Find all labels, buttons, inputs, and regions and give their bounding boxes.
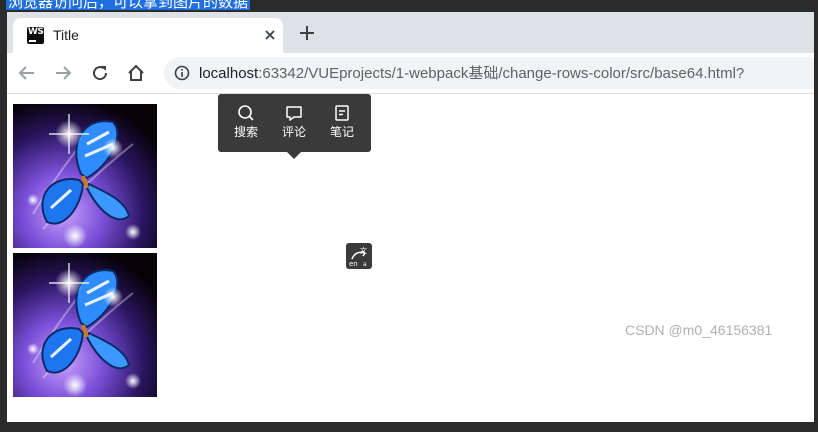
tab-strip: WS Title	[7, 12, 814, 53]
svg-text:文: 文	[360, 246, 367, 255]
navigation-toolbar: localhost:63342/VUEprojects/1-webpack基础/…	[7, 53, 814, 94]
selection-context-popup: 搜索 评论 笔记	[218, 94, 371, 159]
tab-title-page[interactable]: WS Title	[13, 18, 283, 53]
popup-comment-label: 评论	[281, 125, 306, 139]
svg-text:en: en	[349, 260, 358, 268]
forward-arrow-icon[interactable]	[53, 63, 73, 83]
translate-icon[interactable]: 文 en a	[346, 243, 372, 269]
url-path: :63342/VUEprojects/1-webpack基础/change-ro…	[258, 65, 745, 82]
butterfly-image-2	[13, 253, 157, 397]
url-text: localhost:63342/VUEprojects/1-webpack基础/…	[199, 65, 744, 82]
plus-icon[interactable]	[297, 23, 317, 43]
close-icon[interactable]	[261, 26, 279, 44]
browser-window: WS Title localhost:63342/VUEprojects/1-w…	[7, 12, 814, 422]
note-icon	[322, 104, 362, 122]
info-icon[interactable]	[174, 65, 190, 81]
home-icon[interactable]	[126, 63, 146, 83]
popup-note-button[interactable]: 笔记	[322, 104, 362, 139]
comment-icon	[274, 104, 314, 122]
back-arrow-icon[interactable]	[17, 63, 37, 83]
search-icon	[226, 104, 266, 122]
popup-note-label: 笔记	[329, 125, 354, 139]
page-content: 搜索 评论 笔记 文 en a	[7, 94, 814, 422]
popup-comment-button[interactable]: 评论	[274, 104, 314, 139]
address-bar[interactable]: localhost:63342/VUEprojects/1-webpack基础/…	[164, 57, 814, 89]
selected-text-strip: 浏览器访问后，可以拿到图片的数据	[0, 0, 818, 12]
url-host: localhost	[199, 65, 259, 82]
reload-icon[interactable]	[90, 63, 110, 83]
screenshot-root: 浏览器访问后，可以拿到图片的数据 WS Title localhost:6334…	[0, 0, 818, 432]
csdn-watermark: CSDN @m0_46156381	[625, 322, 773, 338]
webstorm-icon: WS	[27, 27, 44, 44]
popup-search-label: 搜索	[233, 125, 258, 139]
popup-search-button[interactable]: 搜索	[226, 104, 266, 139]
svg-text:a: a	[363, 261, 367, 268]
selected-text[interactable]: 浏览器访问后，可以拿到图片的数据	[6, 0, 251, 10]
favicon-text: WS	[28, 27, 44, 37]
butterfly-image-1	[13, 104, 157, 248]
tab-title: Title	[53, 27, 79, 43]
